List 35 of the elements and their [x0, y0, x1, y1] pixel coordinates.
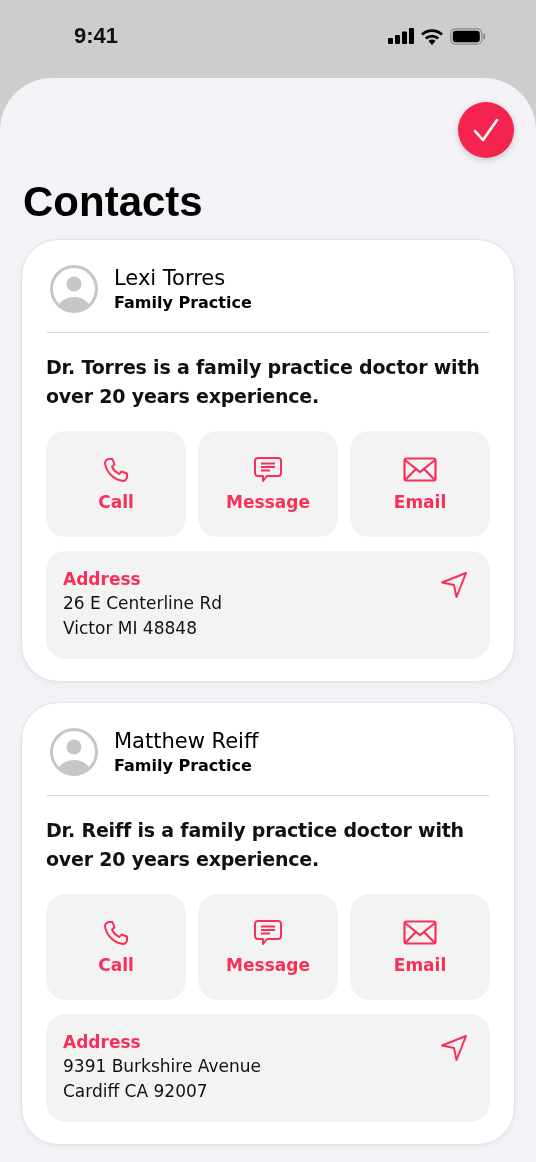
address-line: 9391 Burkshire Avenue [63, 1055, 261, 1078]
contact-name: Matthew Reiff [114, 728, 259, 755]
page-title: Contacts [23, 178, 204, 226]
wifi-icon [420, 27, 444, 45]
call-button[interactable]: Call [46, 431, 186, 537]
address-label: Address [63, 568, 142, 591]
signal-icon [388, 28, 414, 44]
contact-description: Dr. Reiff is a family practice doctor with over 20 years experience. [46, 818, 465, 872]
status-time: 9:41 [74, 23, 119, 49]
envelope-icon [403, 919, 437, 947]
contact-name: Lexi Torres [114, 265, 227, 292]
avatar-icon [50, 265, 98, 313]
address-label: Address [63, 1031, 142, 1054]
contact-specialty: Family Practice [114, 292, 252, 314]
email-button[interactable]: Email [350, 894, 490, 1000]
email-button[interactable]: Email [350, 431, 490, 537]
address-line: 26 E Centerline Rd [63, 592, 223, 615]
contact-description: Dr. Torres is a family practice doctor with over 20 years experience. [46, 355, 481, 409]
message-icon [253, 919, 283, 947]
battery-icon [450, 27, 486, 45]
avatar-icon [50, 728, 98, 776]
address-line: Cardiff CA 92007 [63, 1080, 209, 1103]
message-button[interactable]: Message [198, 894, 338, 1000]
address-line: Victor MI 48848 [63, 617, 198, 640]
contact-specialty: Family Practice [114, 755, 253, 777]
message-icon [253, 456, 283, 484]
envelope-icon [403, 456, 437, 484]
done-button[interactable] [458, 102, 514, 158]
navigation-arrow-icon[interactable] [440, 1034, 468, 1062]
phone-icon [102, 456, 130, 484]
navigation-arrow-icon[interactable] [440, 571, 468, 599]
message-button[interactable]: Message [198, 431, 338, 537]
checkmark-icon [473, 118, 499, 142]
phone-icon [102, 919, 130, 947]
call-button[interactable]: Call [46, 894, 186, 1000]
